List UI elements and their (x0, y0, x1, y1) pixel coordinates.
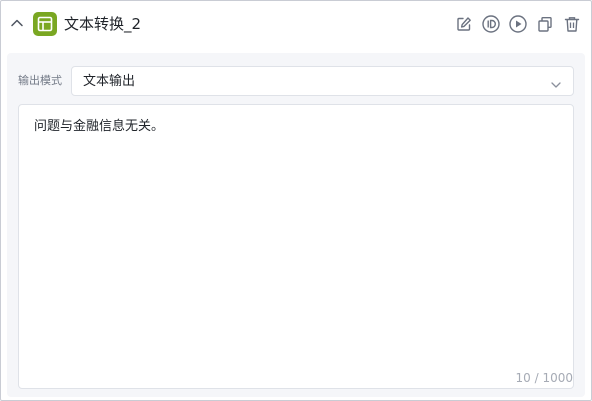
id-icon[interactable] (480, 13, 502, 35)
collapse-chevron-icon[interactable] (9, 15, 25, 31)
node-title[interactable]: 文本转换_2 (64, 14, 141, 34)
copy-icon[interactable] (534, 13, 556, 35)
text-transform-node-card: 文本转换_2 输出模式 文本输出 问题与金融信息无关。 10 / 1000 (0, 0, 592, 401)
node-header: 文本转换_2 (1, 1, 591, 47)
text-output-textarea[interactable]: 问题与金融信息无关。 10 / 1000 (18, 104, 574, 389)
edit-icon[interactable] (453, 13, 475, 35)
output-mode-value: 文本输出 (83, 74, 136, 89)
node-body-panel: 输出模式 文本输出 问题与金融信息无关。 10 / 1000 (7, 53, 585, 397)
chevron-down-icon (550, 76, 562, 95)
character-counter: 10 / 1000 (515, 371, 573, 385)
delete-icon[interactable] (561, 13, 583, 35)
run-icon[interactable] (507, 13, 529, 35)
text-output-content: 问题与金融信息无关。 (34, 119, 165, 134)
output-mode-select[interactable]: 文本输出 (71, 66, 574, 96)
output-mode-label: 输出模式 (18, 74, 62, 87)
table-layout-icon (33, 12, 57, 36)
